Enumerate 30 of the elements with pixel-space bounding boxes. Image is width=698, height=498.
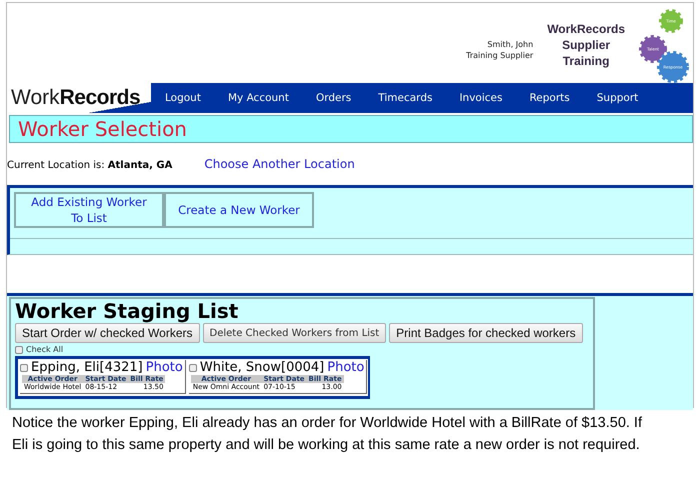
worker-name: Epping, Eli[4321]: [31, 360, 143, 375]
photo-link[interactable]: Photo: [327, 360, 364, 375]
staging-action-button[interactable]: Start Order w/ checked Workers: [15, 323, 200, 343]
worker-checkbox[interactable]: [20, 364, 28, 372]
nav-link[interactable]: Reports: [515, 92, 583, 104]
worker-name: White, Snow[0004]: [200, 360, 324, 375]
photo-link[interactable]: Photo: [146, 360, 183, 375]
user-name: Smith, John: [487, 39, 534, 50]
worker-checkbox[interactable]: [188, 364, 197, 372]
worker-action-button[interactable]: Create a New Worker: [164, 192, 314, 228]
worker-action-button[interactable]: Add Existing Worker To List: [14, 192, 164, 228]
nav-link[interactable]: Orders: [302, 92, 364, 104]
staging-list-title: Worker Staging List: [15, 299, 240, 323]
check-all-checkbox[interactable]: [15, 346, 23, 354]
current-location: Current Location is: Atlanta, GA: [7, 160, 172, 171]
staging-action-button[interactable]: Delete Checked Workers from List: [202, 323, 386, 343]
page-title: Worker Selection: [9, 115, 693, 143]
nav-link[interactable]: My Account: [214, 92, 302, 104]
nav-link[interactable]: Timecards: [364, 92, 446, 104]
nav-link[interactable]: Support: [582, 92, 652, 104]
nav-link[interactable]: Invoices: [445, 92, 516, 104]
training-badge-text: Training: [562, 53, 610, 69]
check-all-label: Check All: [26, 345, 64, 354]
caption-text: Notice the worker Epping, Eli already has an order for Worldwide Hotel with a BillRate of $13.50. If Eli is going to this same property and will be working at this same rate a new order is not required.: [11, 414, 643, 455]
choose-location-link[interactable]: Choose Another Location: [204, 157, 355, 171]
staging-action-button[interactable]: Print Badges for checked workers: [389, 323, 583, 343]
training-badge-text: WorkRecords: [547, 21, 625, 37]
nav-link[interactable]: Logout: [151, 92, 214, 104]
training-badge-text: Supplier: [562, 37, 610, 53]
user-role: Training Supplier: [466, 50, 534, 61]
